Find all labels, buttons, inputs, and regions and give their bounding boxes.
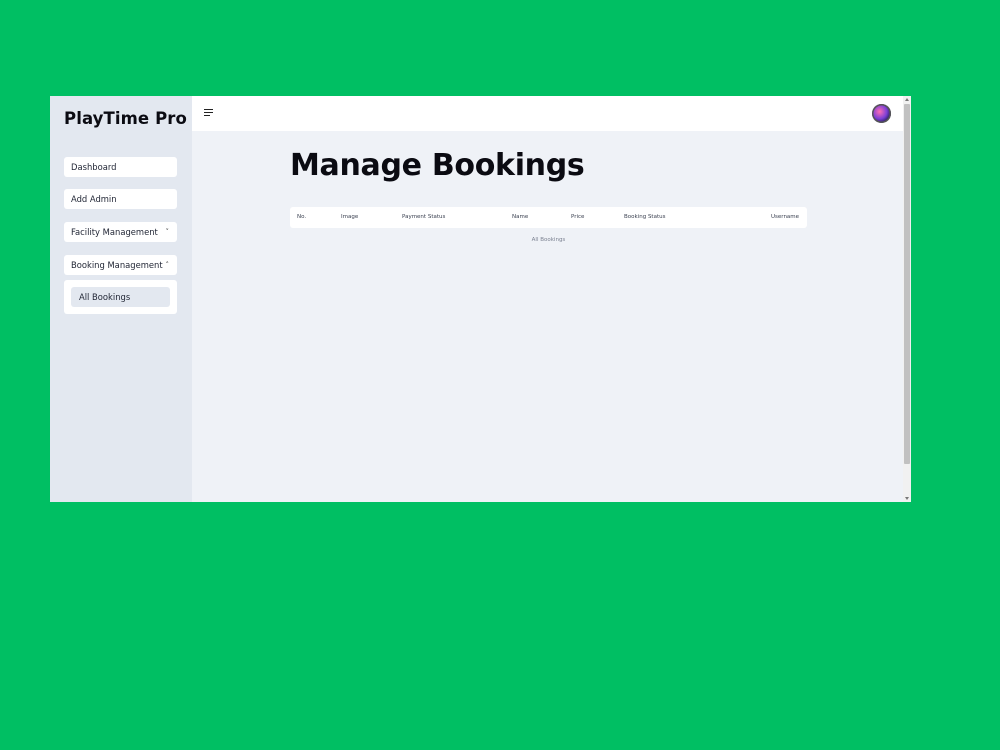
sidebar-item-all-bookings[interactable]: All Bookings [71,287,170,307]
sidebar-item-label: Booking Management [71,260,163,270]
sidebar-item-add-admin[interactable]: Add Admin [64,189,177,209]
sidebar: PlayTime Pro Dashboard Add Admin Facilit… [50,96,192,502]
column-header-no: No. [297,214,307,220]
vertical-scrollbar[interactable] [903,96,911,502]
column-header-name: Name [512,214,529,220]
sidebar-item-facility-management[interactable]: Facility Management ˅ [64,222,177,242]
sidebar-item-label: Dashboard [71,162,117,172]
table-caption: All Bookings [531,237,566,243]
brand-logo[interactable]: PlayTime Pro [64,109,187,128]
sidebar-item-label: All Bookings [79,292,131,302]
column-header-payment-status: Payment Status [402,214,446,220]
sidebar-item-label: Facility Management [71,227,158,237]
column-header-image: Image [341,214,359,220]
chevron-up-icon: ˄ [165,261,170,269]
scrollbar-thumb[interactable] [904,104,910,464]
avatar[interactable] [872,104,891,123]
page-title: Manage Bookings [290,148,585,183]
app-window: PlayTime Pro Dashboard Add Admin Facilit… [50,96,911,502]
booking-submenu: All Bookings [64,280,177,314]
hamburger-icon[interactable] [204,109,214,117]
column-header-price: Price [571,214,585,220]
scroll-down-arrow-icon[interactable] [905,497,909,500]
scroll-up-arrow-icon[interactable] [905,98,909,101]
column-header-username: Username [771,214,800,220]
sidebar-item-booking-management[interactable]: Booking Management ˄ [64,255,177,275]
chevron-down-icon: ˅ [165,228,170,236]
sidebar-item-dashboard[interactable]: Dashboard [64,157,177,177]
column-header-booking-status: Booking Status [624,214,666,220]
top-header [192,96,911,131]
table-header: No. Image Payment Status Name Price Book… [290,207,807,228]
sidebar-item-label: Add Admin [71,194,117,204]
